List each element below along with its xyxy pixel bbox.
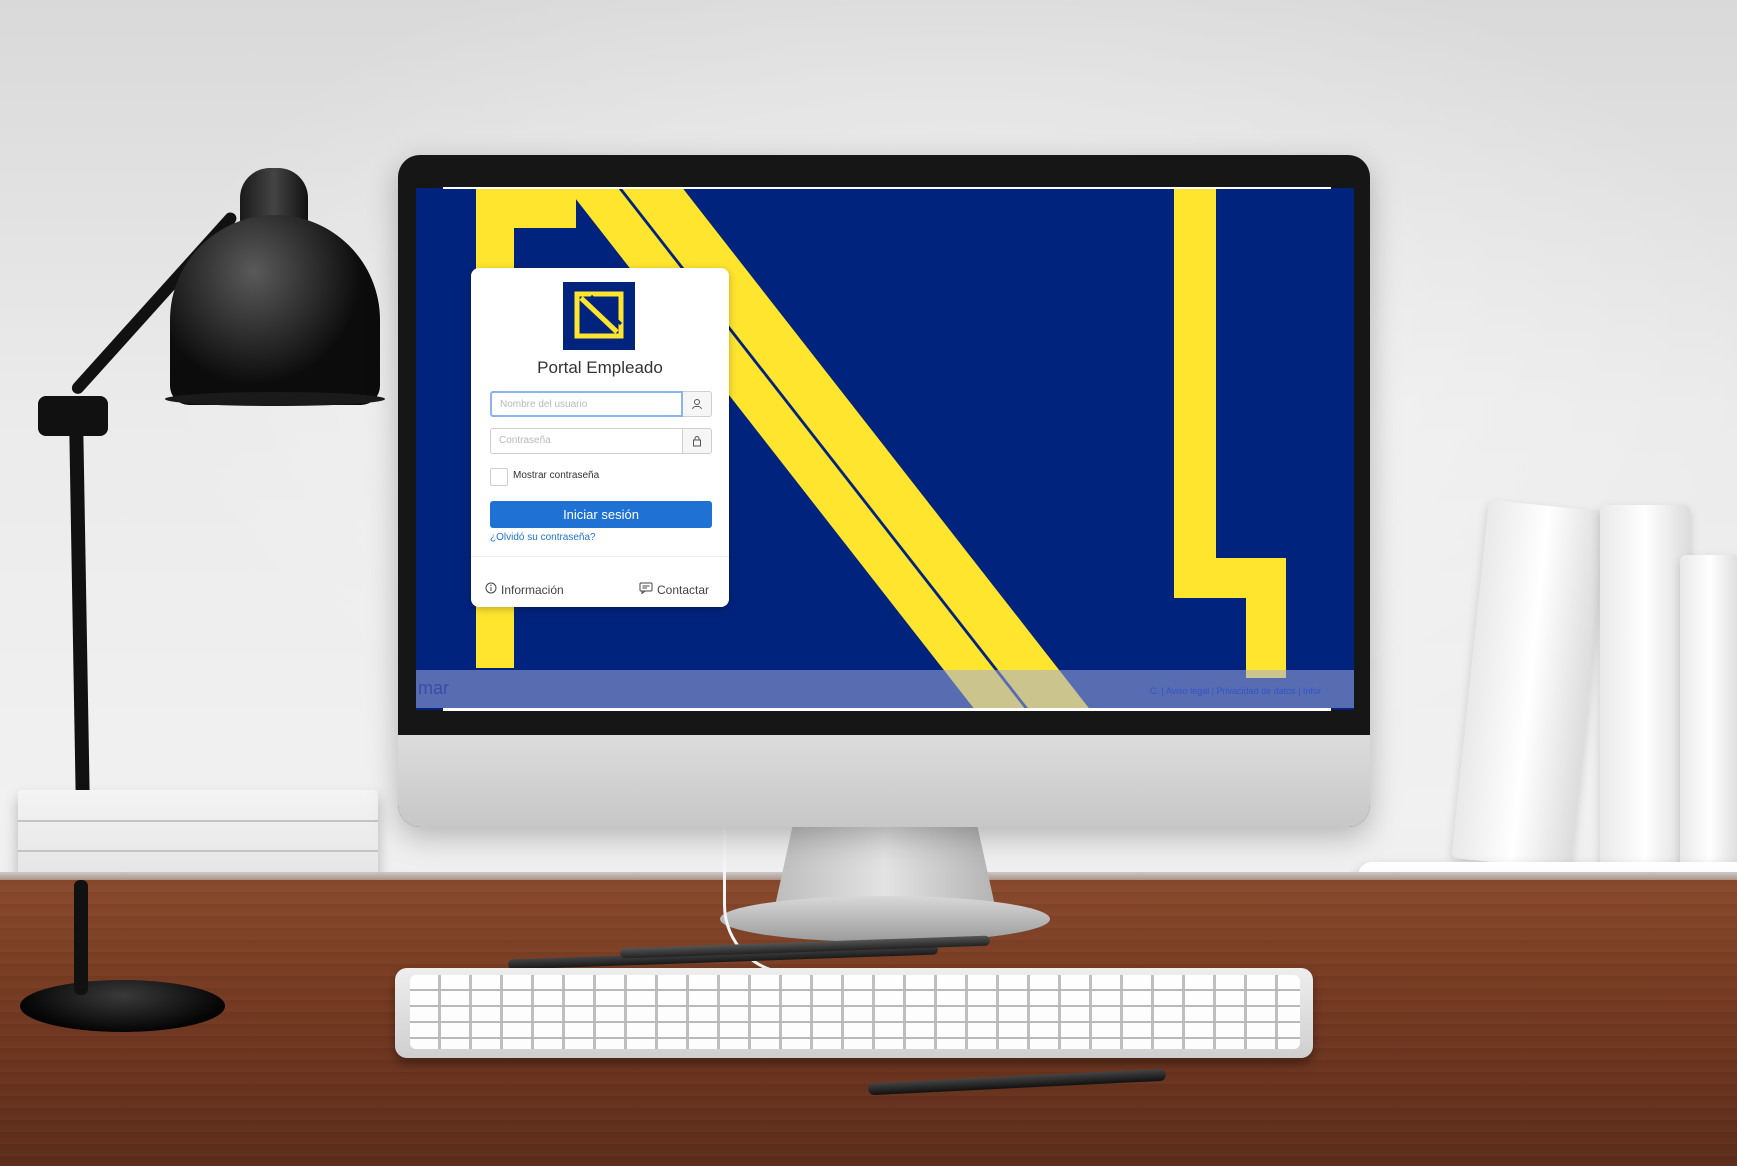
background-stripe	[1246, 558, 1286, 678]
screen-border	[443, 708, 1331, 711]
show-password-checkbox[interactable]	[490, 468, 508, 486]
lamp-rim	[165, 392, 385, 406]
username-input[interactable]: Nombre del usuario	[490, 391, 683, 417]
background-stripe	[1174, 188, 1216, 593]
contact-link[interactable]: Contactar	[639, 582, 709, 597]
card-divider	[471, 556, 729, 557]
screen-border	[443, 187, 1331, 189]
book	[1680, 555, 1737, 885]
lock-icon	[683, 428, 712, 454]
lamp-joint	[38, 396, 108, 436]
page-title: Portal Empleado	[537, 358, 663, 377]
company-logo	[563, 282, 635, 350]
background-stripe	[476, 188, 576, 228]
info-label: Información	[501, 582, 564, 597]
info-circle-icon	[485, 582, 497, 597]
footer-links[interactable]: C. | Aviso legal | Privacidad de datos |…	[1150, 686, 1321, 696]
monitor-chin	[398, 735, 1370, 827]
keyboard-key-rows	[410, 975, 1300, 1049]
login-button[interactable]: Iniciar sesión	[490, 501, 712, 528]
contact-label: Contactar	[657, 582, 710, 597]
lamp-base	[20, 980, 225, 1032]
photo-scene: Portal Empleado Nombre del usuario Contr…	[0, 0, 1737, 1166]
show-password-label: Mostrar contraseña	[513, 470, 600, 481]
user-icon	[683, 391, 712, 417]
book	[1600, 505, 1690, 875]
login-card: Portal Empleado Nombre del usuario Contr…	[471, 268, 729, 607]
chat-icon	[639, 582, 653, 597]
info-link[interactable]: Información	[485, 582, 564, 597]
forgot-password-link[interactable]: ¿Olvidó su contraseña?	[490, 532, 596, 543]
brand-logo: mar	[418, 678, 449, 698]
lamp-post	[74, 880, 88, 995]
password-input[interactable]: Contraseña	[490, 428, 683, 454]
